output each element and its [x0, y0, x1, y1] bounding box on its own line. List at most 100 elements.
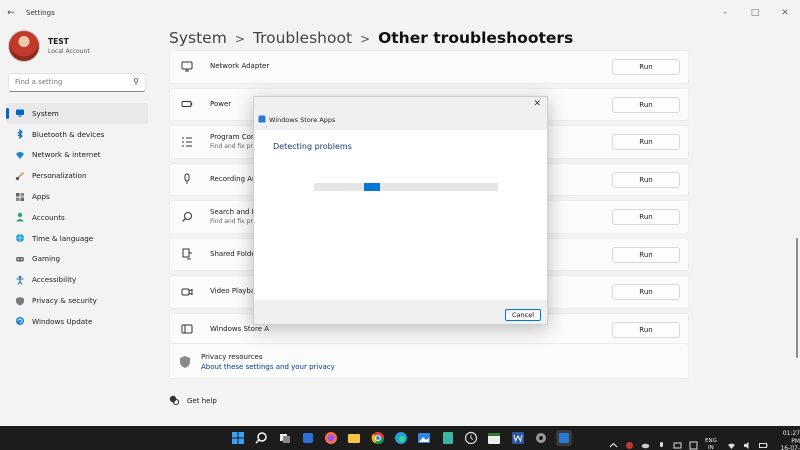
sidebar-item-time-language[interactable]: Time & language: [6, 228, 148, 249]
display-icon[interactable]: [673, 441, 682, 450]
progress-indicator: [364, 183, 380, 191]
sidebar-item-apps[interactable]: Apps: [6, 186, 148, 207]
shield-icon: [15, 296, 25, 306]
cancel-button[interactable]: Cancel: [505, 309, 541, 321]
video-icon: [178, 286, 196, 298]
user-profile[interactable]: TEST Local Account: [8, 30, 90, 62]
microphone-icon[interactable]: [657, 441, 666, 450]
window-controls: – □ ✕: [710, 0, 800, 26]
chrome-icon[interactable]: [370, 430, 386, 446]
run-button[interactable]: Run: [612, 96, 680, 113]
person-icon: [15, 212, 25, 222]
clock[interactable]: 01:27 PM 16-07-2021: [775, 430, 800, 450]
battery-icon[interactable]: [758, 441, 768, 450]
avatar: [8, 30, 40, 62]
wifi-icon[interactable]: [727, 441, 736, 450]
search-input[interactable]: Find a setting ⚲: [8, 73, 146, 92]
sidebar-item-system[interactable]: System: [6, 103, 148, 124]
search-placeholder: Find a setting: [15, 78, 63, 86]
search-icon: ⚲: [133, 77, 139, 86]
troubleshooter-dialog: ✕ Windows Store Apps Detecting problems …: [253, 96, 548, 325]
sidebar-item-label: Windows Update: [32, 316, 93, 326]
help-chat-icon: [169, 395, 180, 407]
taskbar: ENG IN 01:27 PM 16-07-2021: [0, 426, 800, 450]
close-icon[interactable]: ✕: [770, 0, 800, 26]
widgets-icon[interactable]: [300, 430, 316, 446]
run-button[interactable]: Run: [612, 171, 680, 188]
privacy-link[interactable]: About these settings and your privacy: [201, 363, 335, 371]
sidebar-item-label: Personalization: [32, 171, 87, 181]
update-icon: [15, 316, 25, 326]
sidebar-item-gaming[interactable]: Gaming: [6, 249, 148, 270]
maps-icon[interactable]: [440, 430, 456, 446]
cloud-icon[interactable]: [641, 441, 650, 450]
breadcrumb: System > Troubleshoot > Other troubleshooter…: [169, 29, 573, 47]
dialog-heading: Detecting problems: [273, 142, 352, 151]
maximize-icon[interactable]: □: [740, 0, 770, 26]
sidebar-item-accounts[interactable]: Accounts: [6, 207, 148, 228]
sidebar-item-label: Bluetooth & devices: [32, 129, 105, 139]
sidebar-item-privacy[interactable]: Privacy & security: [6, 290, 148, 311]
run-button[interactable]: Run: [612, 321, 680, 338]
run-button[interactable]: Run: [612, 284, 680, 300]
sidebar-item-bluetooth[interactable]: Bluetooth & devices: [6, 124, 148, 145]
apps-icon: [15, 192, 25, 202]
run-button[interactable]: Run: [612, 134, 680, 150]
security-icon[interactable]: [625, 441, 634, 450]
sidebar-item-windows-update[interactable]: Windows Update: [6, 311, 148, 332]
clock-date: 16-07-2021: [780, 445, 800, 450]
dialog-body: Detecting problems: [254, 130, 547, 300]
sidebar-item-label: Accounts: [32, 212, 65, 222]
word-icon[interactable]: [510, 430, 526, 446]
ethernet-icon[interactable]: [689, 441, 698, 450]
get-help-label: Get help: [187, 397, 217, 405]
chevron-up-icon[interactable]: [609, 441, 618, 450]
firefox-icon[interactable]: [323, 430, 339, 446]
minimize-icon[interactable]: –: [710, 0, 740, 26]
accessibility-icon: [15, 275, 25, 285]
sidebar-nav: System Bluetooth & devices Network & int…: [6, 103, 148, 332]
clock-app-icon[interactable]: [463, 430, 479, 446]
file-explorer-icon[interactable]: [346, 430, 362, 446]
search-icon[interactable]: [253, 430, 269, 446]
dialog-title: Windows Store Apps: [269, 116, 336, 124]
task-view-icon[interactable]: [277, 430, 293, 446]
sidebar-item-accessibility[interactable]: Accessibility: [6, 269, 148, 290]
globe-icon: [15, 233, 25, 243]
volume-icon[interactable]: [743, 441, 752, 450]
run-button[interactable]: Run: [612, 209, 680, 225]
microphone-icon: [178, 173, 196, 185]
language-code: ENG: [705, 438, 717, 444]
run-button[interactable]: Run: [612, 59, 680, 75]
close-icon[interactable]: ✕: [533, 99, 541, 109]
run-button[interactable]: Run: [612, 246, 680, 263]
sidebar-item-network[interactable]: Network & internet: [6, 145, 148, 166]
breadcrumb-troubleshoot[interactable]: Troubleshoot: [253, 29, 352, 47]
scrollbar[interactable]: [796, 238, 798, 358]
window-title: Settings: [26, 9, 55, 17]
privacy-resources: Privacy resources About these settings a…: [169, 343, 689, 379]
troubleshooter-title: Power: [210, 99, 232, 108]
store-app-icon: [178, 323, 196, 335]
photos-icon[interactable]: [416, 430, 432, 446]
sidebar-item-label: Time & language: [32, 233, 94, 243]
calendar-icon[interactable]: [486, 430, 502, 446]
shield-icon: [178, 354, 192, 373]
breadcrumb-system[interactable]: System: [169, 29, 227, 47]
edge-icon[interactable]: [393, 430, 409, 446]
program-compat-icon: [178, 136, 196, 148]
back-arrow-icon[interactable]: ←: [0, 8, 22, 18]
get-help-link[interactable]: Get help: [169, 395, 217, 407]
clock-time: 01:27 PM: [782, 430, 800, 445]
troubleshooter-taskbar-icon[interactable]: [556, 430, 573, 446]
privacy-title: Privacy resources: [201, 353, 263, 361]
monitor-icon: [15, 108, 25, 118]
progress-bar: [314, 183, 498, 191]
language-indicator[interactable]: ENG IN: [705, 438, 717, 450]
windows-start-icon[interactable]: [230, 430, 246, 446]
troubleshooter-title: Windows Store A: [210, 324, 269, 333]
page-title: Other troubleshooters: [378, 29, 574, 47]
troubleshooter-title: Network Adapter: [210, 62, 270, 71]
settings-gear-icon[interactable]: [533, 430, 549, 446]
sidebar-item-personalization[interactable]: Personalization: [6, 165, 148, 186]
